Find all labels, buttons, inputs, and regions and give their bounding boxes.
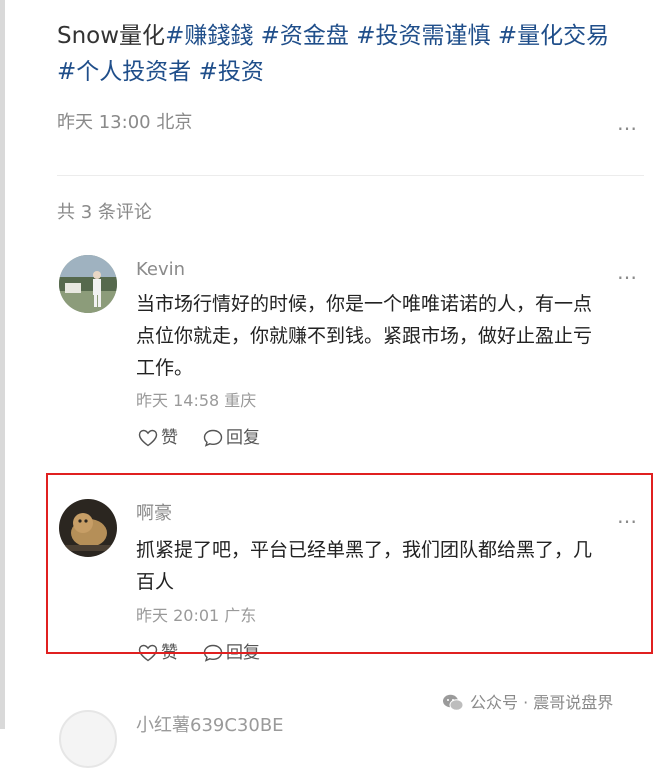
comment-text-line: 当市场行情好的时候，你是一个唯唯诺诺的人，有一点 (136, 293, 593, 315)
left-edge-divider (0, 0, 5, 729)
reply-label: 回复 (226, 428, 260, 448)
like-button[interactable]: 赞 (138, 426, 178, 450)
like-label: 赞 (161, 643, 178, 663)
avatar-photo-icon (59, 255, 117, 313)
comment-bubble-icon (203, 429, 223, 447)
comment-author[interactable]: Kevin (136, 256, 185, 284)
reply-button[interactable]: 回复 (203, 426, 260, 450)
hashtag-link[interactable]: #赚錢錢 (165, 23, 261, 49)
post-title-text: Snow量化 (57, 23, 166, 49)
watermark: 公众号 · 震哥说盘界 (442, 690, 613, 716)
like-button[interactable]: 赞 (138, 641, 178, 665)
comment-count: 共 3 条评论 (57, 202, 152, 223)
hashtag-link[interactable]: #量化交易 (498, 23, 609, 49)
post-title: Snow量化#赚錢錢 #资金盘 #投资需谨慎 #量化交易 #个人投资者 #投资 (57, 18, 647, 90)
comment-meta: 昨天 20:01 广东 (136, 606, 257, 625)
comment-text-line: 点位你就走，你就赚不到钱。紧跟市场，做好止盈止亏 (136, 325, 593, 347)
heart-icon (138, 644, 158, 662)
comment-more-icon[interactable]: … (617, 262, 638, 282)
hashtag-link[interactable]: #个人投资者 (57, 59, 199, 85)
comment-text: 当市场行情好的时候，你是一个唯唯诺诺的人，有一点 点位你就走，你就赚不到钱。紧跟… (136, 288, 592, 384)
hashtag-link[interactable]: #投资需谨慎 (356, 23, 498, 49)
divider (57, 175, 644, 176)
post-more-icon[interactable]: … (617, 113, 638, 133)
avatar[interactable] (59, 710, 117, 768)
hashtag-link[interactable]: #投资 (199, 59, 264, 85)
heart-icon (138, 429, 158, 447)
avatar[interactable] (59, 255, 117, 313)
comment-more-icon[interactable]: … (617, 506, 638, 526)
comment-author[interactable]: 小红薯639C30BE (136, 712, 284, 740)
comment-text-line: 抓紧提了吧，平台已经单黑了，我们团队都给黑了，几 (136, 539, 593, 561)
comment-bubble-icon (203, 644, 223, 662)
reply-label: 回复 (226, 643, 260, 663)
comment-text-line: 百人 (136, 571, 175, 593)
post-meta: 昨天 13:00 北京 (57, 112, 193, 133)
hashtag-link[interactable]: #资金盘 (261, 23, 357, 49)
comment-text-line: 工作。 (136, 357, 194, 379)
avatar-photo-icon (59, 499, 117, 557)
comment-author[interactable]: 啊豪 (136, 500, 172, 528)
avatar[interactable] (59, 499, 117, 557)
comment-meta: 昨天 14:58 重庆 (136, 391, 257, 410)
reply-button[interactable]: 回复 (203, 641, 260, 665)
like-label: 赞 (161, 428, 178, 448)
watermark-text: 公众号 · 震哥说盘界 (470, 693, 614, 712)
wechat-icon (443, 694, 464, 711)
comment-text: 抓紧提了吧，平台已经单黑了，我们团队都给黑了，几 百人 (136, 534, 592, 598)
